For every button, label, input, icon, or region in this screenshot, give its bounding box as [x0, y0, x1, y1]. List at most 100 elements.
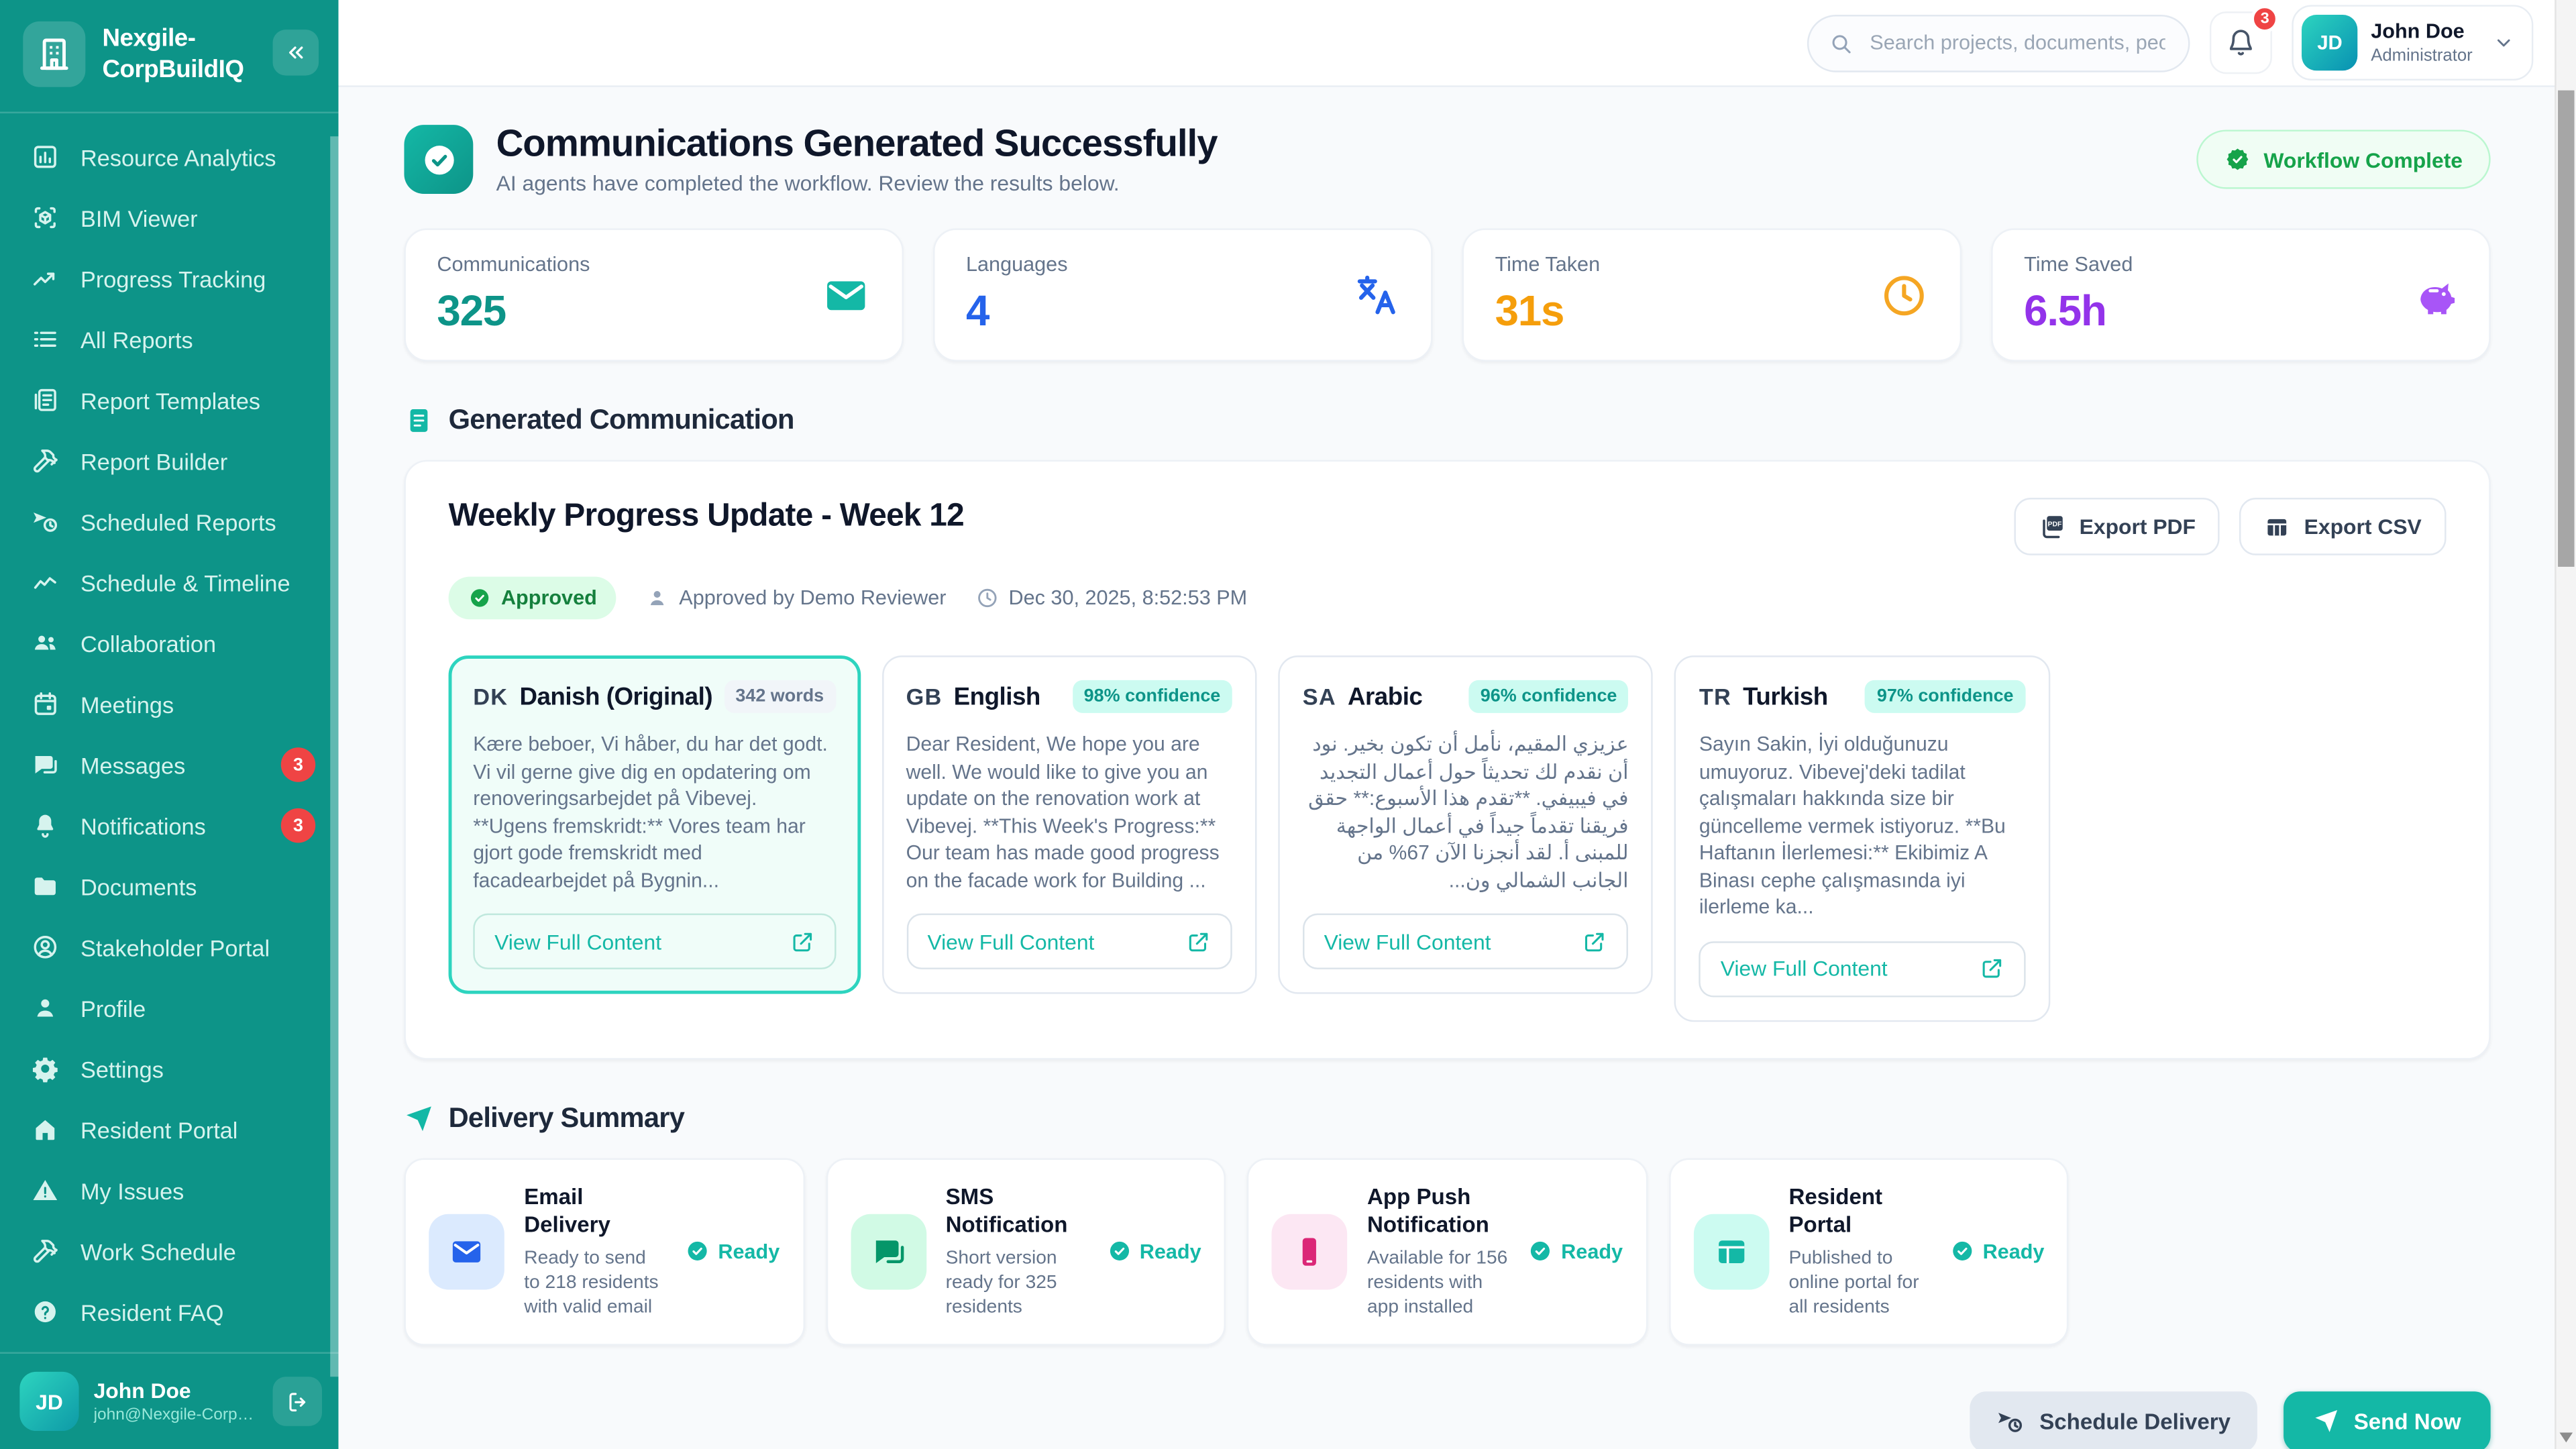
sidebar-item-label: Documents [80, 873, 197, 900]
external-link-icon [1582, 930, 1607, 955]
stat-icon [2408, 271, 2457, 320]
user-email: john@Nexgile-CorpBuil... [94, 1407, 258, 1425]
delivery-description: Published to online portal for all resid… [1788, 1247, 1930, 1321]
user-menu[interactable]: JD John Doe Administrator [2292, 5, 2534, 80]
sidebar-item-badge: 3 [281, 747, 315, 782]
sidebar-user-panel: JD John Doe john@Nexgile-CorpBuil... [0, 1352, 338, 1449]
language-badge: 342 words [724, 681, 835, 714]
sidebar-item[interactable]: Resource Analytics [0, 127, 338, 188]
workflow-complete-badge: Workflow Complete [2196, 130, 2491, 189]
sidebar-scrollbar[interactable] [330, 136, 338, 1377]
notifications-button[interactable]: 3 [2210, 11, 2272, 74]
sidebar-item-icon [32, 751, 60, 779]
sidebar-item[interactable]: Resident FAQ [0, 1281, 338, 1342]
language-preview-text: عزيزي المقيم، نأمل أن تكون بخير. نود أن … [1303, 732, 1629, 894]
delivery-description: Ready to send to 218 residents with vali… [524, 1247, 665, 1321]
sidebar-item-icon [32, 690, 60, 718]
sidebar-item[interactable]: Notifications 3 [0, 795, 338, 856]
delivery-icon-tile [1272, 1214, 1348, 1289]
stat-label: Languages [966, 254, 1068, 276]
sidebar-item[interactable]: My Issues [0, 1160, 338, 1221]
send-now-button[interactable]: Send Now [2283, 1391, 2490, 1449]
chevrons-left-icon [282, 40, 309, 66]
sidebar-item-icon [32, 568, 60, 596]
footer-actions: Schedule Delivery Send Now [404, 1391, 2490, 1449]
search-input[interactable] [1866, 30, 2169, 56]
sidebar-item-label: Notifications [80, 812, 206, 839]
sidebar-item[interactable]: Resident Portal [0, 1099, 338, 1160]
sidebar-item-label: My Issues [80, 1177, 184, 1203]
language-badge: 96% confidence [1469, 681, 1629, 714]
language-card[interactable]: DK Danish (Original) 342 words Kære bebo… [449, 656, 860, 994]
stat-value: 4 [966, 286, 1068, 337]
sidebar-item-label: Profile [80, 995, 146, 1021]
sidebar-nav: Resource Analytics BIM Viewer Progress T… [0, 113, 338, 1352]
sidebar-item-label: Report Templates [80, 387, 260, 413]
schedule-delivery-button[interactable]: Schedule Delivery [1970, 1391, 2257, 1449]
sidebar-item-icon [32, 386, 60, 415]
clock-icon [976, 587, 999, 610]
sidebar-item[interactable]: All Reports [0, 309, 338, 370]
sidebar-item-label: Messages [80, 751, 185, 777]
sidebar-item[interactable]: Documents [0, 856, 338, 917]
scrollbar-down-arrow[interactable] [2560, 1433, 2573, 1443]
delivery-status: Ready [685, 1239, 780, 1264]
language-card[interactable]: SA Arabic 96% confidence عزيزي المقيم، ن… [1278, 656, 1653, 994]
communication-title: Weekly Progress Update - Week 12 [449, 498, 964, 536]
sidebar-item[interactable]: Meetings [0, 674, 338, 735]
stats-row: Communications 325 Languages 4 Time [404, 229, 2490, 362]
delivery-description: Short version ready for 325 residents [946, 1247, 1087, 1321]
language-card[interactable]: TR Turkish 97% confidence Sayın Sakin, İ… [1674, 656, 2049, 1022]
avatar: JD [2302, 15, 2357, 70]
chevron-down-icon [2492, 32, 2515, 54]
stat-value: 31s [1495, 286, 1601, 337]
sidebar-item[interactable]: Report Templates [0, 370, 338, 431]
export-pdf-button[interactable]: Export PDF [2014, 498, 2220, 556]
logout-button[interactable] [273, 1377, 322, 1426]
sidebar-item[interactable]: Work Schedule [0, 1221, 338, 1282]
sidebar-item[interactable]: Schedule & Timeline [0, 552, 338, 613]
language-code: DK [473, 684, 508, 710]
sidebar-item-icon [32, 933, 60, 961]
sidebar-item[interactable]: BIM Viewer [0, 187, 338, 248]
scrollbar-thumb[interactable] [2558, 91, 2574, 567]
sidebar-item[interactable]: Messages 3 [0, 735, 338, 796]
sidebar-item[interactable]: Scheduled Reports [0, 491, 338, 552]
sidebar-item[interactable]: Collaboration [0, 612, 338, 674]
search-icon [1829, 30, 1854, 55]
stat-value: 325 [437, 286, 590, 337]
sidebar-item[interactable]: Stakeholder Portal [0, 917, 338, 978]
sidebar-item-label: Schedule & Timeline [80, 570, 290, 596]
sidebar-item[interactable]: Report Builder [0, 431, 338, 492]
stat-card: Time Taken 31s [1462, 229, 1962, 362]
language-card[interactable]: GB English 98% confidence Dear Resident,… [881, 656, 1256, 994]
sidebar-item[interactable]: Settings [0, 1038, 338, 1099]
delivery-title: SMS Notification [946, 1183, 1087, 1240]
export-csv-button[interactable]: Export CSV [2240, 498, 2446, 556]
user-role: Administrator [2371, 46, 2472, 66]
check-circle-icon [1107, 1239, 1132, 1264]
sidebar-item-label: Resident Portal [80, 1116, 237, 1142]
sidebar-collapse-button[interactable] [273, 30, 319, 76]
page-header: Communications Generated Successfully AI… [404, 123, 2490, 196]
sidebar-item[interactable]: Profile [0, 977, 338, 1038]
sidebar-item-badge: 3 [281, 808, 315, 843]
delivery-summary-heading: Delivery Summary [404, 1102, 2490, 1135]
sidebar-item-label: Meetings [80, 691, 174, 717]
sidebar-item-icon [32, 325, 60, 354]
sidebar-item[interactable]: Progress Tracking [0, 248, 338, 309]
delivery-title: Email Delivery [524, 1183, 665, 1240]
view-full-content-button[interactable]: View Full Content [906, 914, 1232, 969]
sidebar-header: Nexgile-CorpBuildIQ [0, 0, 338, 113]
page-content: Communications Generated Successfully AI… [338, 87, 2576, 1449]
sidebar-item-icon [32, 1116, 60, 1144]
sidebar-item-icon [32, 143, 60, 171]
view-full-content-button[interactable]: View Full Content [1303, 914, 1629, 969]
delivery-title: App Push Notification [1367, 1183, 1509, 1240]
delivery-channel-icon [1713, 1234, 1750, 1270]
view-full-content-button[interactable]: View Full Content [1699, 941, 2025, 997]
view-full-content-button[interactable]: View Full Content [473, 914, 835, 969]
language-name: Turkish [1743, 683, 1828, 711]
page-scrollbar[interactable] [2555, 0, 2576, 1449]
approval-timestamp: Dec 30, 2025, 8:52:53 PM [976, 587, 1248, 610]
